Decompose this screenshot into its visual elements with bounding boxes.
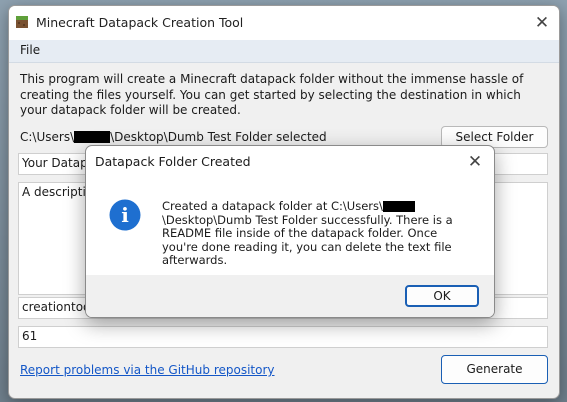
destination-path-suffix: \Desktop\Dumb Test Folder selected	[110, 130, 327, 144]
pack-format-input[interactable]: 61	[18, 326, 548, 348]
window-title: Minecraft Datapack Creation Tool	[36, 15, 244, 30]
dialog-ok-button[interactable]: OK	[405, 285, 479, 307]
svg-text:i: i	[121, 203, 129, 227]
menu-bar: File	[9, 40, 559, 63]
dialog-title: Datapack Folder Created	[95, 154, 251, 169]
dialog-message: Created a datapack folder at C:\Users\\D…	[162, 199, 472, 268]
destination-path-label: C:\Users\ \Desktop\Dumb Test Folder selec…	[20, 130, 327, 144]
dialog-message-prefix: Created a datapack folder at C:\Users\	[162, 199, 383, 213]
dialog-close-button[interactable]: ✕	[464, 151, 486, 173]
title-bar[interactable]: Minecraft Datapack Creation Tool ✕	[9, 6, 559, 40]
dialog-footer: OK	[86, 275, 494, 317]
menu-file[interactable]: File	[20, 43, 40, 57]
destination-path-prefix: C:\Users\	[20, 130, 75, 144]
info-icon: i	[109, 199, 141, 231]
intro-text: This program will create a Minecraft dat…	[20, 72, 524, 117]
dialog-redacted-username	[382, 201, 415, 212]
app-icon	[16, 16, 28, 28]
redacted-username	[74, 131, 111, 143]
window-close-button[interactable]: ✕	[531, 12, 553, 34]
datapack-created-dialog: Datapack Folder Created ✕ i Created a da…	[85, 145, 495, 318]
github-report-link[interactable]: Report problems via the GitHub repositor…	[20, 363, 275, 377]
dialog-message-suffix: \Desktop\Dumb Test Folder successfully. …	[162, 212, 453, 267]
generate-button[interactable]: Generate	[441, 355, 548, 384]
